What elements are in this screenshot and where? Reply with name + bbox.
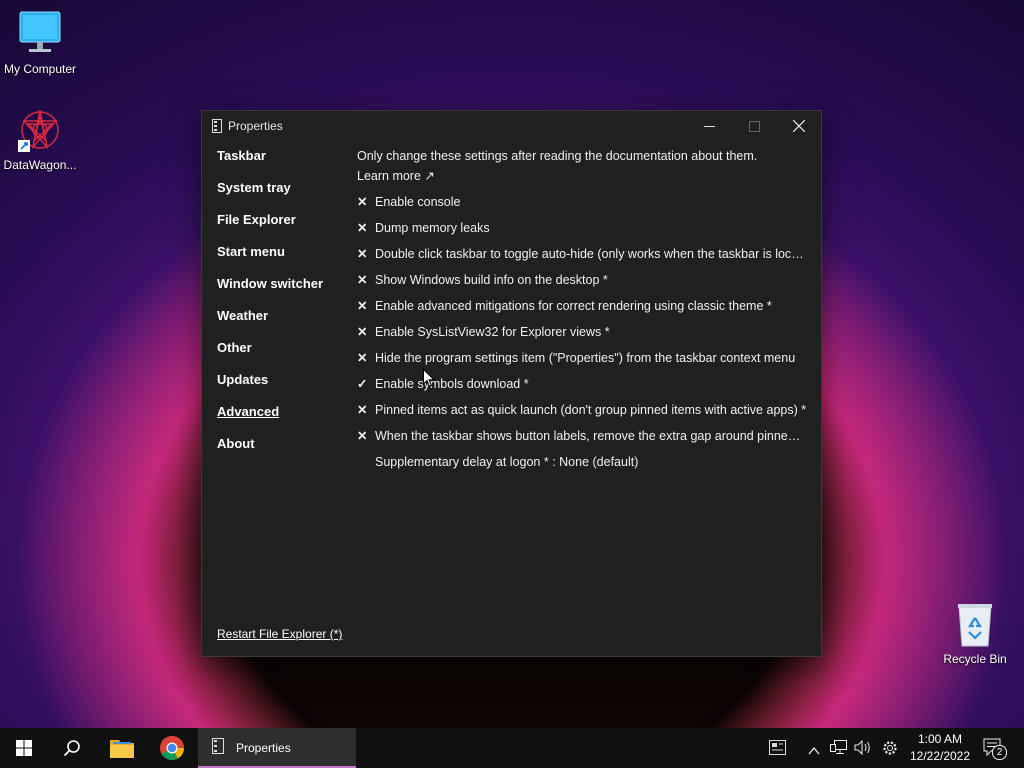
option-row[interactable]: ✕ When the taskbar shows button labels, r…	[357, 423, 807, 449]
option-label: Enable console	[375, 195, 461, 209]
restart-explorer-link[interactable]: Restart File Explorer (*)	[217, 627, 342, 641]
chevron-up-icon[interactable]	[808, 742, 820, 760]
option-row[interactable]: ✕ Enable console	[357, 189, 807, 215]
close-icon	[793, 120, 805, 132]
option-label: Show Windows build info on the desktop *	[375, 273, 608, 287]
maximize-icon	[748, 120, 760, 132]
notification-count-badge: 2	[992, 745, 1007, 760]
desktop-icon-my-computer[interactable]: My Computer	[0, 10, 80, 76]
window-title: Properties	[228, 119, 283, 133]
option-row[interactable]: ✕ Double click taskbar to toggle auto-hid…	[357, 241, 807, 267]
cross-icon: ✕	[357, 403, 368, 417]
nav-item-other[interactable]: Other	[217, 339, 357, 371]
mouse-cursor-icon	[423, 368, 436, 393]
intro-text: Only change these settings after reading…	[357, 149, 758, 163]
minimize-icon	[703, 125, 715, 127]
option-label: Dump memory leaks	[375, 221, 490, 235]
option-label: When the taskbar shows button labels, re…	[375, 429, 807, 443]
cross-icon: ✕	[357, 429, 368, 443]
desktop-icon-recycle-bin[interactable]: Recycle Bin	[935, 602, 1015, 666]
desktop-icon-label: My Computer	[3, 62, 77, 76]
taskbar: Properties 1:00 AM 12/22/2022 2	[0, 728, 1024, 768]
desktop-icon-label: Recycle Bin	[943, 652, 1007, 666]
desktop-icon-datawagon[interactable]: DataWagon...	[0, 106, 80, 172]
search-button[interactable]	[48, 728, 96, 768]
option-row[interactable]: ✕ Enable advanced mitigations for correct…	[357, 293, 807, 319]
news-widget-icon[interactable]	[769, 740, 786, 760]
option-label: Enable SysListView32 for Explorer views …	[375, 325, 610, 339]
folder-icon	[110, 740, 134, 758]
clock-time: 1:00 AM	[917, 732, 963, 746]
network-icon[interactable]	[830, 740, 847, 760]
datawagon-logo-icon	[16, 106, 64, 154]
advanced-settings-panel: Only change these settings after reading…	[357, 146, 807, 475]
option-label: Enable symbols download *	[375, 377, 529, 391]
nav-item-start-menu[interactable]: Start menu	[217, 243, 357, 275]
title-bar[interactable]: Properties	[202, 111, 821, 141]
start-button[interactable]	[0, 728, 48, 768]
close-button[interactable]	[776, 111, 822, 141]
search-icon	[63, 740, 80, 757]
option-label: Pinned items act as quick launch (don't …	[375, 403, 807, 417]
nav-item-system-tray[interactable]: System tray	[217, 179, 357, 211]
chrome-icon	[160, 736, 184, 761]
checkmark-icon: ✓	[357, 377, 368, 391]
nav-item-file-explorer[interactable]: File Explorer	[217, 211, 357, 243]
cross-icon: ✕	[357, 195, 368, 209]
taskbar-button-label: Properties	[236, 741, 291, 755]
cross-icon: ✕	[357, 273, 368, 287]
cross-icon: ✕	[357, 299, 368, 313]
properties-window: Properties Taskbar System tray File Expl…	[201, 110, 822, 657]
option-row[interactable]: ✕ Enable SysListView32 for Explorer views…	[357, 319, 807, 345]
option-label: Double click taskbar to toggle auto-hide…	[375, 247, 807, 261]
chrome-taskbar-button[interactable]	[148, 728, 196, 768]
option-label: Hide the program settings item ("Propert…	[375, 351, 796, 365]
minimize-button[interactable]	[686, 111, 732, 141]
option-row[interactable]: ✕ Show Windows build info on the desktop …	[357, 267, 807, 293]
recycle-bin-icon	[955, 602, 995, 648]
cross-icon: ✕	[357, 247, 368, 261]
cross-icon: ✕	[357, 325, 368, 339]
option-label: Supplementary delay at logon * : None (d…	[375, 455, 639, 469]
file-explorer-taskbar-button[interactable]	[98, 728, 146, 768]
notification-center-button[interactable]: 2	[983, 738, 1007, 763]
learn-more-link[interactable]: Learn more ↗	[357, 166, 807, 186]
monitor-icon	[18, 10, 62, 58]
nav-item-updates[interactable]: Updates	[217, 371, 357, 403]
settings-nav: Taskbar System tray File Explorer Start …	[217, 147, 357, 467]
option-label: Enable advanced mitigations for correct …	[375, 299, 772, 313]
option-row[interactable]: ✕ Hide the program settings item ("Proper…	[357, 345, 807, 371]
nav-item-weather[interactable]: Weather	[217, 307, 357, 339]
option-row[interactable]: ✕ Pinned items act as quick launch (don't…	[357, 397, 807, 423]
app-icon	[212, 119, 222, 136]
desktop-icon-label: DataWagon...	[3, 158, 77, 172]
windows-logo-icon	[16, 740, 32, 756]
nav-item-taskbar[interactable]: Taskbar	[217, 147, 357, 179]
nav-item-about[interactable]: About	[217, 435, 357, 467]
nav-item-advanced[interactable]: Advanced	[217, 403, 357, 435]
cross-icon: ✕	[357, 351, 368, 365]
option-row[interactable]: ✕ Dump memory leaks	[357, 215, 807, 241]
nav-item-window-switcher[interactable]: Window switcher	[217, 275, 357, 307]
volume-icon[interactable]	[854, 739, 872, 760]
gear-icon[interactable]	[882, 740, 898, 761]
clock-date: 12/22/2022	[909, 749, 971, 763]
maximize-button[interactable]	[731, 111, 777, 141]
cross-icon: ✕	[357, 221, 368, 235]
app-icon	[212, 737, 224, 759]
clock[interactable]: 1:00 AM 12/22/2022	[905, 731, 975, 765]
option-row[interactable]: Supplementary delay at logon * : None (d…	[357, 449, 807, 475]
options-list: ✕ Enable console ✕ Dump memory leaks ✕ Double…	[357, 189, 807, 475]
properties-taskbar-button[interactable]: Properties	[198, 728, 356, 768]
